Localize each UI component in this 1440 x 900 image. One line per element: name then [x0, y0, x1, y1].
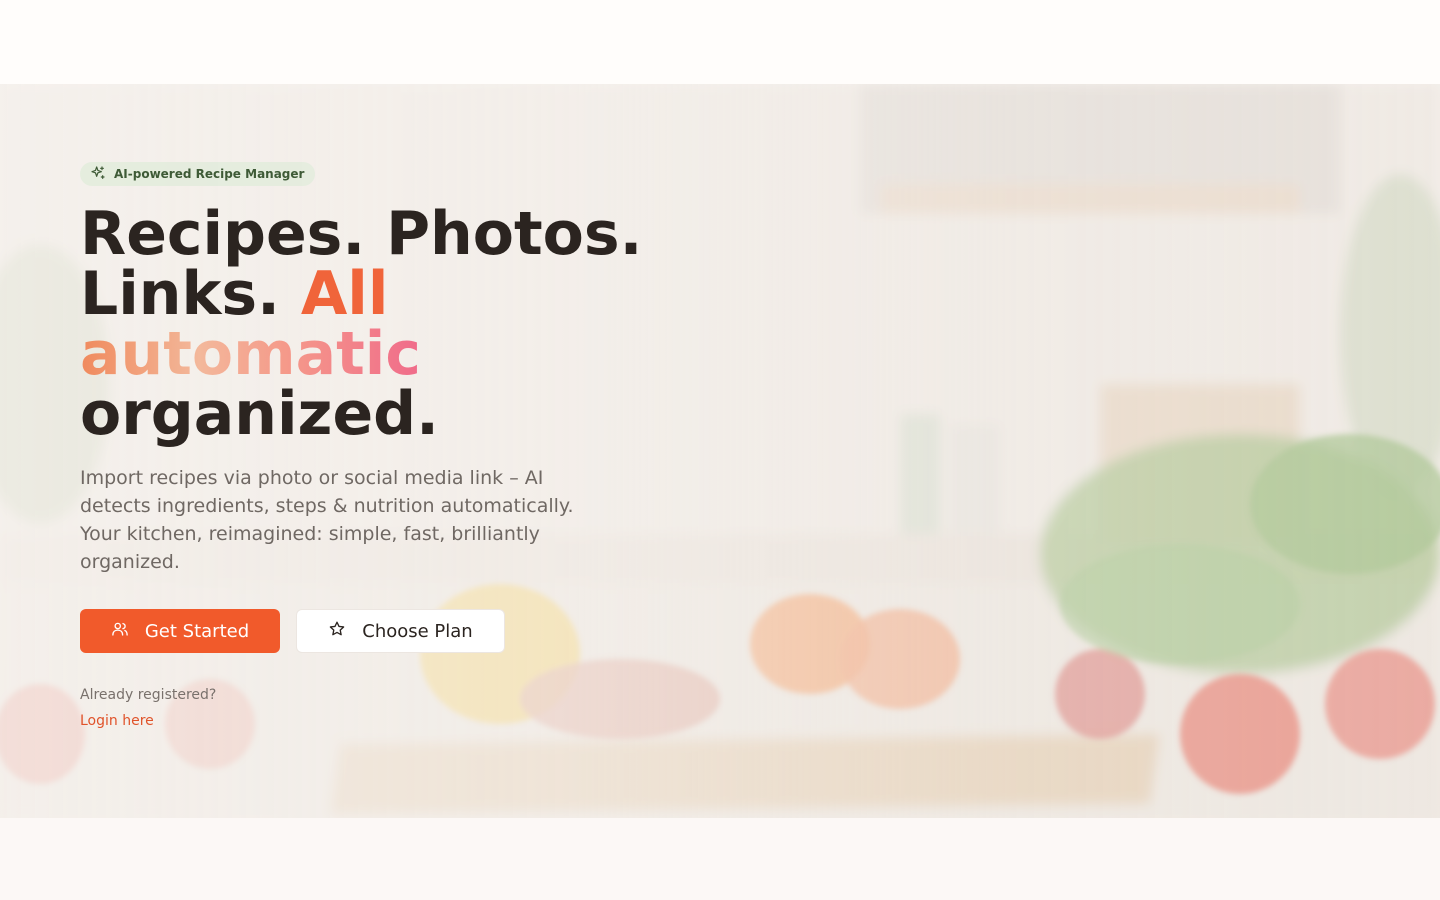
star-icon: [328, 620, 346, 643]
hero-actions: Get Started Choose Plan: [80, 609, 700, 653]
hero-subtitle: Import recipes via photo or social media…: [80, 467, 574, 573]
users-icon: [111, 620, 129, 643]
get-started-label: Get Started: [144, 620, 250, 642]
page-title: Recipes. Photos. Links. All automatic or…: [80, 204, 700, 444]
get-started-button[interactable]: Get Started: [80, 609, 280, 653]
ai-badge-label: AI-powered Recipe Manager: [114, 167, 305, 181]
choose-plan-label: Choose Plan: [362, 620, 473, 642]
hero-content: AI-powered Recipe Manager Recipes. Photo…: [80, 162, 700, 729]
already-registered-text: Already registered?: [80, 687, 217, 703]
hero-section: AI-powered Recipe Manager Recipes. Photo…: [0, 84, 1440, 818]
login-link[interactable]: Login here: [80, 713, 154, 729]
ai-badge: AI-powered Recipe Manager: [80, 162, 316, 186]
sparkles-icon: [90, 165, 106, 184]
headline-line-4: organized.: [80, 379, 439, 449]
choose-plan-button[interactable]: Choose Plan: [296, 609, 505, 653]
bottom-section: [0, 818, 1440, 900]
top-bar: [0, 0, 1440, 84]
